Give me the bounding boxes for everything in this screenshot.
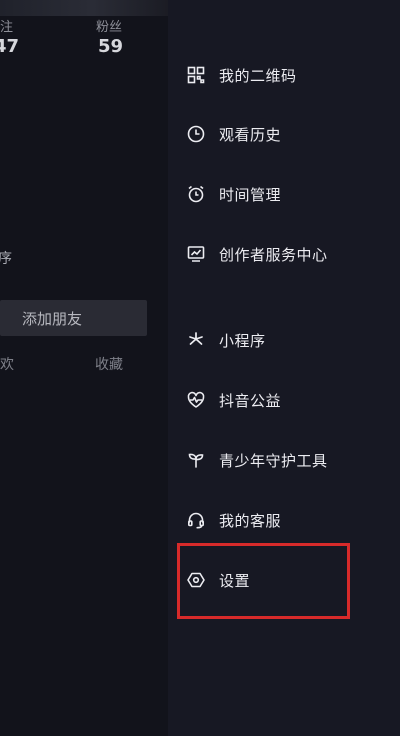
menu-label: 我的客服 <box>219 511 282 530</box>
add-friend-label: 添加朋友 <box>22 309 83 328</box>
following-label: 注 <box>0 20 14 35</box>
menu-label: 时间管理 <box>219 185 282 204</box>
menu-label: 观看历史 <box>219 125 282 144</box>
add-friend-button[interactable]: 添加朋友 <box>0 300 147 336</box>
creator-chart-icon <box>186 244 206 264</box>
tab-likes[interactable]: 欢 <box>0 354 14 374</box>
menu-item-time-management[interactable]: 时间管理 <box>186 179 386 209</box>
side-drawer <box>168 0 400 736</box>
menu-item-charity[interactable]: 抖音公益 <box>186 385 386 415</box>
menu-label: 我的二维码 <box>219 66 297 85</box>
menu-item-youth-protection[interactable]: 青少年守护工具 <box>186 445 386 475</box>
menu-item-mini-program[interactable]: 小程序 <box>186 325 386 355</box>
profile-partial-text: 序 <box>0 251 12 267</box>
heart-pulse-icon <box>186 390 206 410</box>
menu-label: 青少年守护工具 <box>219 451 328 470</box>
following-count[interactable]: 47 <box>0 36 19 57</box>
qr-code-icon <box>186 65 206 85</box>
mini-program-icon <box>186 330 206 350</box>
profile-panel: 注 47 粉丝 59 序 添加朋友 欢 收藏 <box>0 0 168 736</box>
menu-item-qr-code[interactable]: 我的二维码 <box>186 60 386 90</box>
menu-label: 创作者服务中心 <box>219 245 328 264</box>
alarm-clock-icon <box>186 184 206 204</box>
followers-label: 粉丝 <box>96 20 123 35</box>
tab-favorites[interactable]: 收藏 <box>95 354 123 374</box>
clock-icon <box>186 124 206 144</box>
menu-label: 小程序 <box>219 331 266 350</box>
settings-highlight-annotation <box>177 543 350 619</box>
menu-item-creator-center[interactable]: 创作者服务中心 <box>186 239 386 269</box>
sprout-icon <box>186 450 206 470</box>
menu-label: 抖音公益 <box>219 391 282 410</box>
cover-image <box>0 0 168 16</box>
followers-count[interactable]: 59 <box>98 36 123 57</box>
headset-icon <box>186 510 206 530</box>
menu-item-customer-service[interactable]: 我的客服 <box>186 505 386 535</box>
menu-item-watch-history[interactable]: 观看历史 <box>186 119 386 149</box>
